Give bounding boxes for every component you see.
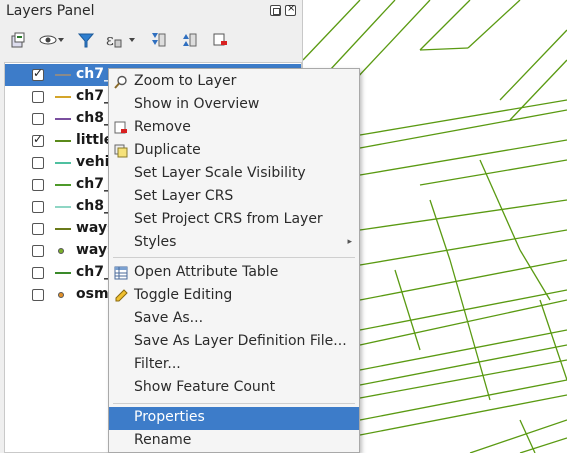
menu-item-label: Save As... <box>134 310 204 326</box>
menu-item-toggle-editing[interactable]: Toggle Editing <box>109 285 359 308</box>
layer-visibility-checkbox[interactable] <box>32 66 44 81</box>
menu-item-styles[interactable]: Styles ▸ <box>109 232 359 255</box>
layer-name: ch7_ <box>76 66 112 82</box>
visibility-eye-icon[interactable] <box>37 28 67 52</box>
svg-text:ε: ε <box>106 31 114 49</box>
menu-item-label: Show in Overview <box>134 96 260 112</box>
menu-item-label: Save As Layer Definition File... <box>134 333 347 349</box>
menu-item-duplicate[interactable]: Duplicate <box>109 140 359 163</box>
layer-visibility-checkbox[interactable] <box>32 91 44 103</box>
menu-item-show-feature-count[interactable]: Show Feature Count <box>109 377 359 400</box>
line-symbol-icon <box>55 74 71 76</box>
pencil-icon <box>115 289 128 302</box>
layer-visibility-checkbox[interactable] <box>32 223 44 235</box>
menu-item-open-attribute-table[interactable]: Open Attribute Table <box>109 262 359 285</box>
layer-name: ch8_ <box>76 198 112 214</box>
menu-item-set-layer-crs[interactable]: Set Layer CRS <box>109 186 359 209</box>
layer-name: ch7_ <box>76 264 112 280</box>
menu-item-label: Remove <box>134 119 191 135</box>
menu-item-set-project-crs[interactable]: Set Project CRS from Layer <box>109 209 359 232</box>
line-symbol-icon <box>55 96 71 98</box>
menu-item-label: Filter... <box>134 356 181 372</box>
layer-visibility-checkbox[interactable] <box>32 245 44 257</box>
layer-visibility-checkbox[interactable] <box>32 113 44 125</box>
collapse-all-icon[interactable] <box>177 28 201 52</box>
point-symbol-icon <box>58 248 64 254</box>
menu-item-label: Properties <box>134 409 205 425</box>
table-icon <box>114 266 128 280</box>
layer-visibility-checkbox[interactable] <box>32 267 44 279</box>
menu-item-filter[interactable]: Filter... <box>109 354 359 377</box>
zoom-icon <box>114 75 127 89</box>
menu-item-save-as[interactable]: Save As... <box>109 308 359 331</box>
menu-item-set-layer-scale-visibility[interactable]: Set Layer Scale Visibility <box>109 163 359 186</box>
duplicate-icon <box>114 144 128 158</box>
menu-item-label: Duplicate <box>134 142 201 158</box>
layer-name: ch8_ <box>76 110 112 126</box>
menu-separator <box>113 403 355 404</box>
line-symbol-icon <box>55 228 71 230</box>
line-symbol-icon <box>55 162 71 164</box>
menu-item-label: Open Attribute Table <box>134 264 279 280</box>
add-group-icon[interactable] <box>6 28 30 52</box>
layer-visibility-checkbox[interactable] <box>32 201 44 213</box>
remove-layer-icon[interactable] <box>208 28 232 52</box>
layer-context-menu: Zoom to Layer Show in Overview Remove Du… <box>108 68 360 453</box>
menu-item-rename[interactable]: Rename <box>109 430 359 453</box>
menu-item-properties[interactable]: Properties <box>109 407 359 430</box>
line-symbol-icon <box>55 118 71 120</box>
menu-separator <box>113 257 355 258</box>
line-symbol-icon <box>55 272 71 274</box>
menu-item-show-in-overview[interactable]: Show in Overview <box>109 94 359 117</box>
layer-name: ch7_ <box>76 88 112 104</box>
submenu-arrow-icon: ▸ <box>347 237 352 247</box>
menu-item-zoom-to-layer[interactable]: Zoom to Layer <box>109 71 359 94</box>
expression-filter-icon[interactable]: ε <box>105 28 139 52</box>
line-symbol-icon <box>55 206 71 208</box>
expand-all-icon[interactable] <box>146 28 170 52</box>
close-icon[interactable]: × <box>285 3 296 16</box>
line-symbol-icon <box>55 140 71 142</box>
menu-item-label: Show Feature Count <box>134 379 276 395</box>
remove-icon <box>114 121 127 134</box>
menu-item-label: Set Layer CRS <box>134 188 234 204</box>
layer-visibility-checkbox[interactable] <box>32 157 44 169</box>
line-symbol-icon <box>55 184 71 186</box>
menu-item-label: Toggle Editing <box>134 287 233 303</box>
layer-visibility-checkbox[interactable] <box>32 179 44 191</box>
layer-visibility-checkbox[interactable] <box>32 289 44 301</box>
panel-title: Layers Panel <box>6 3 95 19</box>
menu-item-label: Set Project CRS from Layer <box>134 211 323 227</box>
point-symbol-icon <box>58 292 64 298</box>
menu-item-remove[interactable]: Remove <box>109 117 359 140</box>
menu-item-label: Zoom to Layer <box>134 73 237 89</box>
menu-item-label: Rename <box>134 432 192 448</box>
layer-visibility-checkbox[interactable] <box>32 132 44 147</box>
filter-icon[interactable] <box>74 28 98 52</box>
menu-item-label: Set Layer Scale Visibility <box>134 165 306 181</box>
menu-item-label: Styles <box>134 234 177 250</box>
menu-item-save-as-layer-definition[interactable]: Save As Layer Definition File... <box>109 331 359 354</box>
layer-name: ch7_ <box>76 176 112 192</box>
float-icon[interactable] <box>270 5 281 16</box>
layers-toolbar: ε <box>6 28 239 52</box>
